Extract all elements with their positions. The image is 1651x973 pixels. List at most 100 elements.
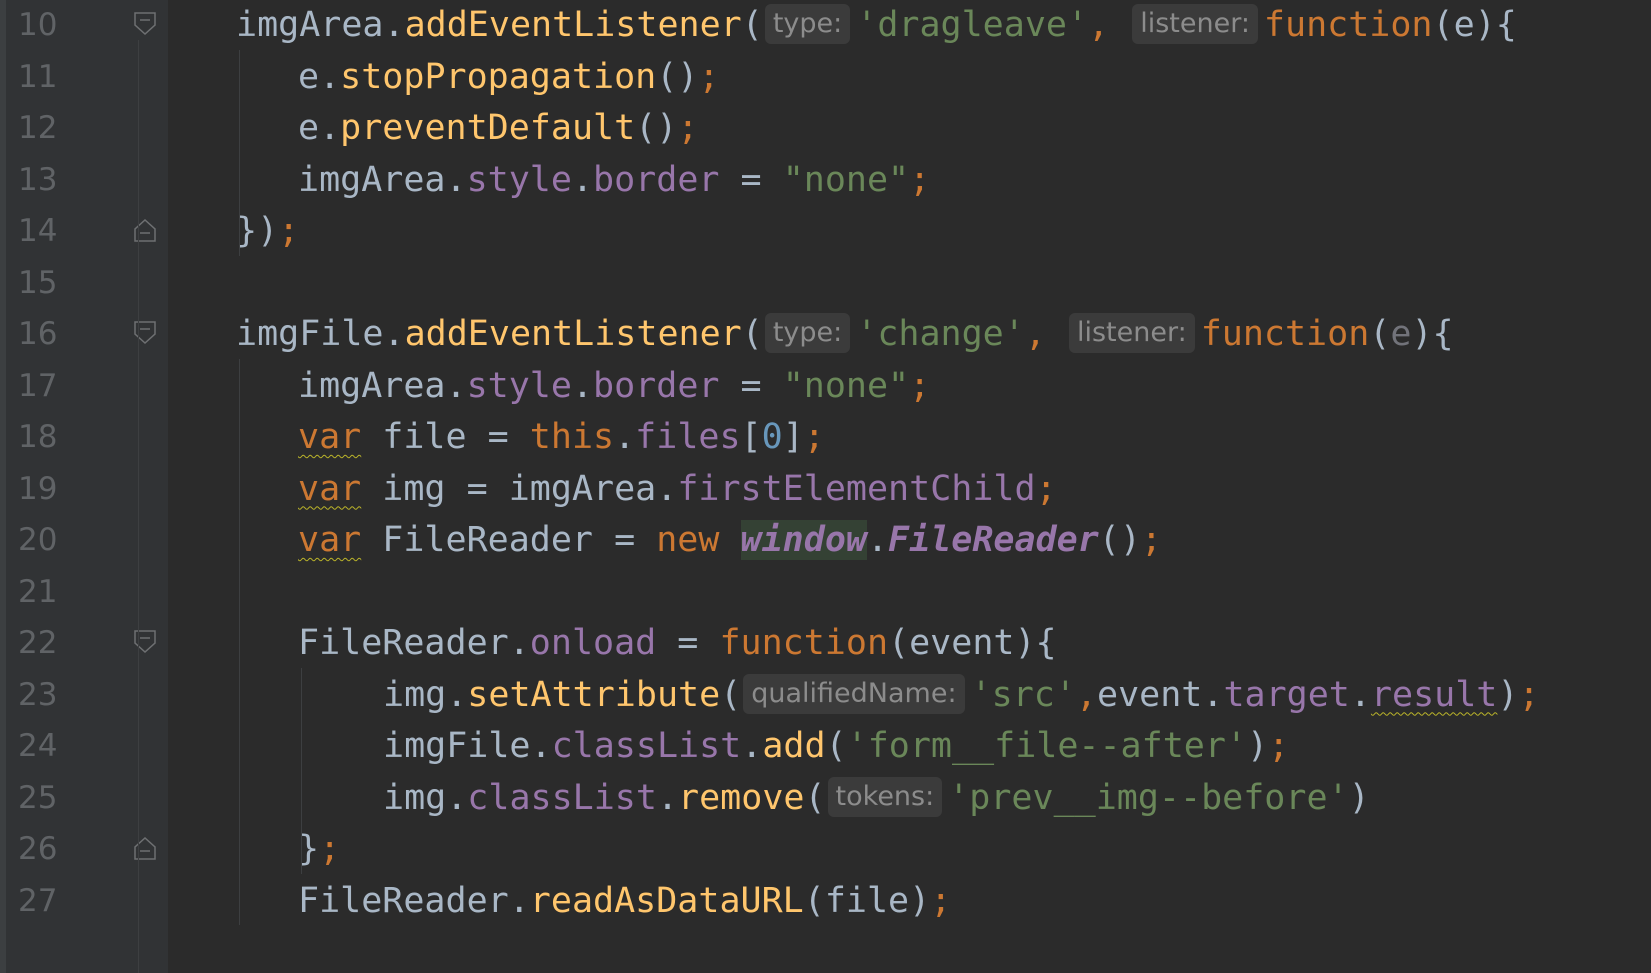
code-token-punct: .	[530, 726, 552, 766]
line-number[interactable]: 22	[18, 616, 78, 670]
code-token-punct: ){	[1014, 623, 1057, 663]
line-number[interactable]: 25	[18, 771, 78, 825]
code-token-punct: .	[508, 623, 530, 663]
line-number[interactable]: 17	[18, 359, 78, 413]
code-token-ident: e	[298, 108, 320, 148]
code-text[interactable]: imgArea.addEventListener(type:'dragleave…	[236, 0, 1517, 52]
code-token-punct: =	[719, 365, 783, 406]
code-token-method: remove	[678, 777, 805, 818]
code-token-punct: =	[719, 159, 783, 200]
code-line[interactable]: 27 FileReader.readAsDataURL(file);	[0, 874, 1651, 928]
code-token-punct: .	[446, 777, 468, 818]
code-token-semicolon: ;	[1268, 726, 1290, 766]
line-number[interactable]: 27	[18, 874, 78, 928]
code-text[interactable]: });	[236, 204, 299, 258]
line-number[interactable]: 24	[18, 719, 78, 773]
parameter-name-hint: type:	[764, 4, 851, 44]
code-line[interactable]: 10 imgArea.addEventListener(type:'draglea…	[0, 0, 1651, 52]
code-text[interactable]: imgFile.addEventListener(type:'change', …	[236, 307, 1454, 361]
code-line[interactable]: 21	[0, 565, 1651, 619]
code-line[interactable]: 14});	[0, 204, 1651, 258]
code-token-global: window	[740, 520, 867, 560]
code-token-ident: file	[361, 417, 467, 457]
code-line[interactable]: 12 e.preventDefault();	[0, 101, 1651, 155]
code-token-ident: e	[298, 56, 320, 97]
code-token-ident: event	[1097, 674, 1203, 715]
code-token-keyword: this	[529, 417, 615, 457]
parameter-name-hint: listener:	[1132, 4, 1258, 44]
code-line[interactable]: 22 FileReader.onload = function(event){	[0, 616, 1651, 670]
code-token-method: setAttribute	[467, 674, 721, 715]
code-text[interactable]: var img = imgArea.firstElementChild;	[298, 462, 1057, 516]
indent-guide	[301, 667, 302, 874]
line-number[interactable]: 15	[18, 256, 78, 310]
line-number[interactable]: 19	[18, 462, 78, 516]
code-line[interactable]: 11 e.stopPropagation();	[0, 50, 1651, 104]
code-token-semicolon: ,	[1024, 314, 1067, 354]
code-token-prop: style	[466, 159, 572, 200]
code-token-string: "none"	[782, 365, 910, 406]
code-token-punct: (	[720, 674, 742, 715]
code-token-keyword: function	[1263, 5, 1433, 45]
line-number[interactable]: 16	[18, 307, 78, 361]
code-token-ident: file	[824, 880, 910, 921]
line-number[interactable]: 11	[18, 50, 78, 104]
code-token-prop: border	[593, 365, 720, 406]
code-text[interactable]: FileReader.readAsDataURL(file);	[298, 874, 951, 928]
code-text[interactable]: FileReader.onload = function(event){	[298, 616, 1057, 670]
code-text[interactable]: img.classList.remove(tokens:'prev__img--…	[383, 771, 1370, 825]
line-number[interactable]: 23	[18, 668, 78, 722]
code-token-semicolon: ,	[1088, 5, 1131, 45]
code-token-punct: .	[571, 365, 594, 406]
code-token-punct: .	[445, 159, 467, 200]
code-token-string: 'src'	[970, 674, 1076, 715]
code-line[interactable]: 25 img.classList.remove(tokens:'prev__img…	[0, 771, 1651, 825]
code-text[interactable]: img.setAttribute(qualifiedName:'src',eve…	[383, 668, 1540, 722]
code-text[interactable]: imgFile.classList.add('form__file--after…	[383, 719, 1289, 773]
code-token-punct: )	[909, 880, 931, 921]
code-text[interactable]: imgArea.style.border = "none";	[298, 153, 930, 207]
code-text[interactable]: var FileReader = new window.FileReader()…	[298, 513, 1162, 567]
code-line[interactable]: 24 imgFile.classList.add('form__file--aft…	[0, 719, 1651, 773]
code-text[interactable]: imgArea.style.border = "none";	[298, 359, 930, 413]
code-text[interactable]: e.stopPropagation();	[298, 50, 719, 104]
code-text[interactable]: e.preventDefault();	[298, 101, 698, 155]
indent-guide	[239, 358, 240, 925]
code-token-semicolon: ;	[1035, 468, 1057, 509]
code-text[interactable]: var file = this.files[0];	[298, 410, 825, 464]
line-number[interactable]: 12	[18, 101, 78, 155]
code-editor[interactable]: 10 imgArea.addEventListener(type:'draglea…	[0, 0, 1651, 973]
code-line[interactable]: 13 imgArea.style.border = "none";	[0, 153, 1651, 207]
code-line[interactable]: 19 var img = imgArea.firstElementChild;	[0, 462, 1651, 516]
code-line[interactable]: 17 imgArea.style.border = "none";	[0, 359, 1651, 413]
code-token-ident: img	[383, 777, 447, 818]
code-line[interactable]: 18 var file = this.files[0];	[0, 410, 1651, 464]
line-number[interactable]: 14	[18, 204, 78, 258]
code-line[interactable]: 20 var FileReader = new window.FileReader…	[0, 513, 1651, 567]
code-token-method: stopPropagation	[340, 56, 657, 97]
code-line[interactable]: 23 img.setAttribute(qualifiedName:'src',e…	[0, 668, 1651, 722]
fold-expanded-icon[interactable]	[134, 12, 156, 36]
code-line[interactable]: 26};	[0, 822, 1651, 876]
code-line[interactable]: 16 imgFile.addEventListener(type:'change'…	[0, 307, 1651, 361]
code-token-punct: )	[1247, 726, 1269, 766]
code-line[interactable]: 15	[0, 256, 1651, 310]
line-number[interactable]: 18	[18, 410, 78, 464]
line-number[interactable]: 21	[18, 565, 78, 619]
code-token-ident: imgArea	[298, 365, 446, 406]
line-number[interactable]: 13	[18, 153, 78, 207]
code-token-semicolon: ;	[909, 159, 931, 200]
code-token-prop: style	[466, 365, 572, 406]
line-number[interactable]: 20	[18, 513, 78, 567]
code-token-ident: img	[383, 674, 447, 715]
code-token-ident: imgArea	[236, 5, 384, 45]
line-number[interactable]: 26	[18, 822, 78, 876]
code-token-semicolon: ;	[909, 365, 931, 406]
code-token-ident: imgFile	[236, 314, 384, 354]
code-token-punct: (	[741, 5, 763, 45]
code-token-semicolon: ;	[677, 108, 699, 148]
code-text[interactable]: };	[298, 822, 340, 876]
code-token-prop: classList	[551, 726, 742, 766]
code-token-prop: target	[1223, 674, 1350, 715]
line-number[interactable]: 10	[18, 0, 78, 52]
